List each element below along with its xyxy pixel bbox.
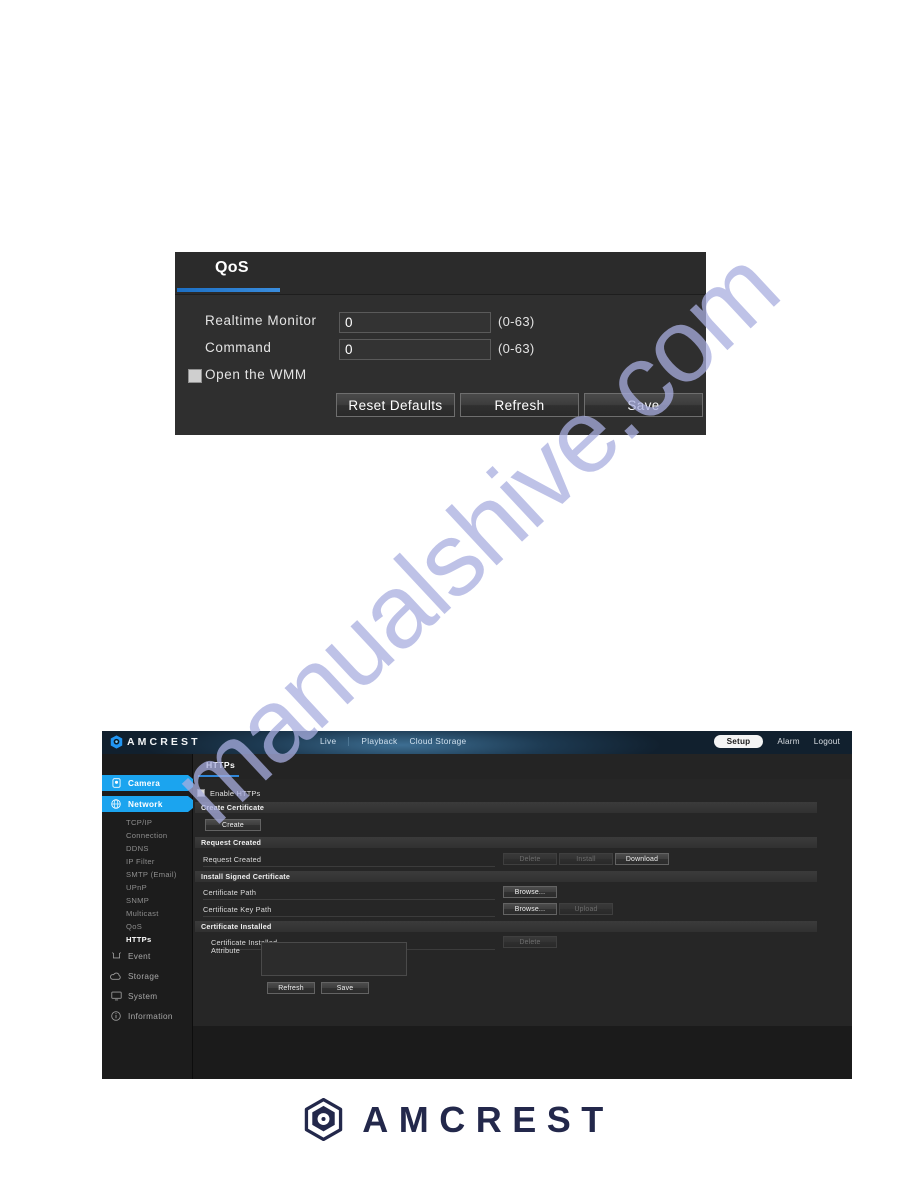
save-button[interactable]: Save: [321, 982, 369, 994]
top-right-navigation: Setup Alarm Logout: [713, 735, 840, 748]
nav-setup[interactable]: Setup: [713, 735, 764, 748]
realtime-monitor-row: Realtime Monitor (0-63): [175, 312, 706, 334]
footer-brand-text: AMCREST: [362, 1098, 614, 1140]
section-create-certificate: Create Certificate: [195, 802, 817, 813]
sidebar-item-camera-label: Camera: [128, 778, 161, 788]
enable-https-row[interactable]: Enable HTTPs: [193, 787, 260, 799]
section-request-created: Request Created: [195, 837, 817, 848]
qos-tabbar: QoS: [175, 252, 706, 294]
refresh-button[interactable]: Refresh: [267, 982, 315, 994]
sidebar-item-network[interactable]: Network: [102, 796, 198, 812]
content-tabbar: HTTPs: [193, 754, 852, 779]
nav-logout[interactable]: Logout: [814, 737, 840, 746]
command-range-hint: (0-63): [498, 341, 535, 356]
request-created-value-underline: [203, 866, 495, 867]
command-row: Command (0-63): [175, 339, 706, 361]
sidebar-item-event[interactable]: Event: [102, 948, 198, 964]
nav-cloud-storage[interactable]: Cloud Storage: [410, 736, 467, 746]
network-globe-icon: [110, 799, 122, 809]
enable-https-checkbox[interactable]: [197, 789, 205, 797]
event-bell-icon: [110, 951, 122, 961]
sidebar-subitem-smtp-email[interactable]: SMTP (Email): [102, 868, 192, 881]
sidebar-subitem-connection[interactable]: Connection: [102, 829, 192, 842]
tab-active-underline: [198, 775, 239, 777]
certificate-key-path-value-underline: [203, 916, 495, 917]
sidebar-item-information[interactable]: Information: [102, 1008, 198, 1024]
reset-defaults-button[interactable]: Reset Defaults: [336, 393, 455, 417]
request-install-button[interactable]: Install: [559, 853, 613, 865]
refresh-button[interactable]: Refresh: [460, 393, 579, 417]
sidebar-item-information-label: Information: [128, 1011, 173, 1021]
tab-https[interactable]: HTTPs: [206, 760, 235, 770]
sidebar-item-system[interactable]: System: [102, 988, 198, 1004]
sidebar: Camera Network TCP/IP Connection DDNS IP…: [102, 754, 198, 1079]
sidebar-subitem-multicast[interactable]: Multicast: [102, 907, 192, 920]
realtime-monitor-range-hint: (0-63): [498, 314, 535, 329]
realtime-monitor-input[interactable]: [339, 312, 491, 333]
app-logo: AMCREST: [110, 735, 201, 749]
sidebar-item-system-label: System: [128, 991, 158, 1001]
nav-alarm[interactable]: Alarm: [777, 737, 799, 746]
tab-qos[interactable]: QoS: [215, 259, 249, 277]
https-settings-figure: AMCREST Live Playback Cloud Storage Setu…: [102, 731, 852, 1079]
certificate-path-value-underline: [203, 899, 495, 900]
sidebar-subitem-snmp[interactable]: SNMP: [102, 894, 192, 907]
content-footer-pad: [193, 1026, 852, 1079]
https-settings-panel: Enable HTTPs Create Certificate Create R…: [193, 779, 852, 1026]
qos-settings-figure: QoS Realtime Monitor (0-63) Command (0-6…: [175, 252, 706, 435]
hexagon-camera-icon: [110, 735, 123, 749]
attribute-textarea[interactable]: [261, 942, 407, 976]
create-certificate-button[interactable]: Create: [205, 819, 261, 831]
section-install-signed-certificate: Install Signed Certificate: [195, 871, 817, 882]
sidebar-subitem-qos[interactable]: QoS: [102, 920, 192, 933]
nav-live[interactable]: Live: [320, 736, 336, 746]
sidebar-item-camera[interactable]: Camera: [102, 775, 198, 791]
hexagon-camera-icon: [305, 1098, 343, 1141]
section-certificate-installed: Certificate Installed: [195, 921, 817, 932]
certificate-path-label: Certificate Path: [203, 888, 257, 897]
content-area: HTTPs Enable HTTPs Create Certificate Cr…: [193, 754, 852, 1079]
request-download-button[interactable]: Download: [615, 853, 669, 865]
storage-cloud-icon: [110, 972, 122, 981]
nav-playback[interactable]: Playback: [361, 736, 397, 746]
command-input[interactable]: [339, 339, 491, 360]
open-wmm-checkbox[interactable]: [188, 369, 202, 383]
sidebar-subitem-https[interactable]: HTTPs: [102, 933, 192, 946]
sidebar-subitem-tcpip[interactable]: TCP/IP: [102, 816, 192, 829]
open-wmm-row[interactable]: Open the WMM: [175, 367, 706, 389]
certificate-path-browse-button[interactable]: Browse...: [503, 886, 557, 898]
sidebar-spacer: [102, 754, 192, 770]
camera-icon: [110, 778, 122, 788]
sidebar-subitem-upnp[interactable]: UPnP: [102, 881, 192, 894]
sidebar-subitem-ddns[interactable]: DDNS: [102, 842, 192, 855]
top-navigation: Live Playback Cloud Storage: [320, 736, 466, 746]
sidebar-item-storage-label: Storage: [128, 971, 160, 981]
realtime-monitor-label: Realtime Monitor: [205, 313, 317, 328]
app-header: AMCREST Live Playback Cloud Storage Setu…: [102, 731, 852, 754]
sidebar-item-network-label: Network: [128, 799, 163, 809]
info-circle-icon: [110, 1011, 122, 1021]
qos-form-body: Realtime Monitor (0-63) Command (0-63) O…: [175, 295, 706, 435]
sidebar-item-storage[interactable]: Storage: [102, 968, 198, 984]
request-created-label: Request Created: [203, 855, 262, 864]
command-label: Command: [205, 340, 272, 355]
app-brand-text: AMCREST: [127, 736, 201, 748]
certificate-key-upload-button[interactable]: Upload: [559, 903, 613, 915]
page-footer-logo: AMCREST: [0, 1098, 918, 1141]
certificate-key-path-label: Certificate Key Path: [203, 905, 272, 914]
enable-https-label: Enable HTTPs: [210, 788, 261, 798]
open-wmm-label: Open the WMM: [205, 367, 307, 382]
save-button[interactable]: Save: [584, 393, 703, 417]
attribute-label: Attribute: [211, 946, 240, 955]
sidebar-subitem-ip-filter[interactable]: IP Filter: [102, 855, 192, 868]
certificate-key-browse-button[interactable]: Browse...: [503, 903, 557, 915]
sidebar-item-event-label: Event: [128, 951, 151, 961]
system-monitor-icon: [110, 991, 122, 1001]
nav-separator: [348, 736, 350, 746]
tab-active-underline: [177, 288, 280, 292]
request-delete-button[interactable]: Delete: [503, 853, 557, 865]
